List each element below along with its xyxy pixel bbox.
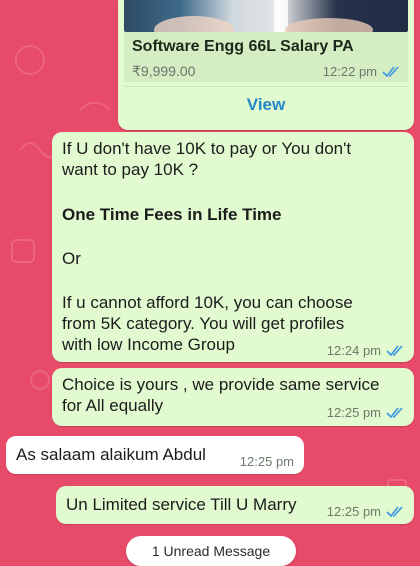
message-bold-text: One Time Fees in Life Time bbox=[62, 205, 282, 224]
message-text: If U don't have 10K to pay or You don't … bbox=[62, 139, 352, 179]
view-product-button[interactable]: View bbox=[124, 86, 408, 123]
message-meta: 12:25 pm bbox=[327, 405, 404, 420]
message-text: Or bbox=[62, 249, 81, 268]
double-check-read-icon bbox=[386, 505, 403, 517]
message-text: Un Limited service Till U Marry bbox=[66, 495, 297, 514]
message-meta: 12:24 pm bbox=[327, 343, 404, 358]
message-meta: 12:25 pm bbox=[240, 454, 294, 469]
message-time: 12:22 pm bbox=[322, 64, 377, 79]
incoming-message-bubble[interactable]: As salaam alaikum Abdul 12:25 pm bbox=[6, 436, 304, 474]
message-meta: 12:22 pm bbox=[323, 64, 400, 79]
message-time: 12:25 pm bbox=[239, 454, 294, 469]
outgoing-message-bubble[interactable]: Choice is yours , we provide same servic… bbox=[52, 368, 414, 426]
double-check-read-icon bbox=[386, 344, 403, 356]
message-time: 12:24 pm bbox=[326, 343, 381, 358]
outgoing-message-bubble[interactable]: Un Limited service Till U Marry 12:25 pm bbox=[56, 486, 414, 524]
product-title: Software Engg 66L Salary PA bbox=[132, 38, 354, 55]
outgoing-message-bubble[interactable]: If U don't have 10K to pay or You don't … bbox=[52, 132, 414, 362]
message-time: 12:25 pm bbox=[326, 504, 381, 519]
product-image[interactable] bbox=[124, 0, 408, 32]
product-info[interactable]: Software Engg 66L Salary PA ₹9,999.00 12… bbox=[124, 32, 408, 82]
unread-messages-banner[interactable]: 1 Unread Message bbox=[126, 536, 296, 566]
message-time: 12:25 pm bbox=[326, 405, 381, 420]
product-message-bubble[interactable]: Software Engg 66L Salary PA ₹9,999.00 12… bbox=[118, 0, 414, 130]
message-meta: 12:25 pm bbox=[327, 504, 404, 519]
double-check-read-icon bbox=[382, 65, 399, 77]
message-text: If u cannot afford 10K, you can choose f… bbox=[62, 293, 353, 354]
product-price: ₹9,999.00 bbox=[132, 63, 196, 79]
message-text: As salaam alaikum Abdul bbox=[16, 445, 206, 464]
double-check-read-icon bbox=[386, 406, 403, 418]
